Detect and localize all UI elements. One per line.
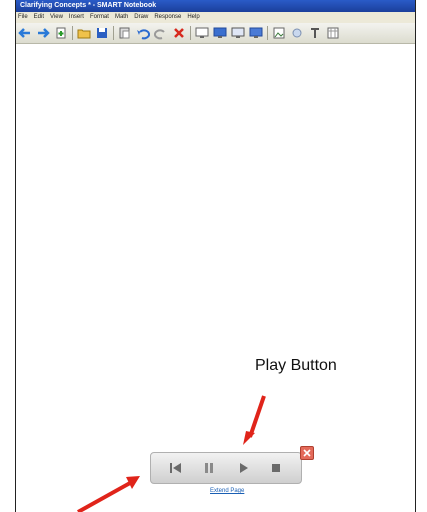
rewind-arrow (77, 481, 131, 512)
rewind-button[interactable] (165, 457, 187, 479)
stop-button[interactable] (265, 457, 287, 479)
play-arrow-head (243, 431, 255, 445)
annotation-arrows (77, 395, 266, 512)
play-arrow (248, 395, 266, 438)
extend-page-link[interactable]: Extend Page (210, 488, 244, 494)
play-button[interactable] (232, 457, 254, 479)
pause-icon (205, 463, 214, 473)
skip-back-icon (169, 463, 181, 473)
playback-toolbar (150, 452, 302, 484)
stop-icon (272, 464, 281, 472)
pause-button[interactable] (198, 457, 220, 479)
close-player-button[interactable] (300, 446, 314, 460)
close-icon (303, 449, 311, 457)
play-icon (239, 463, 248, 473)
